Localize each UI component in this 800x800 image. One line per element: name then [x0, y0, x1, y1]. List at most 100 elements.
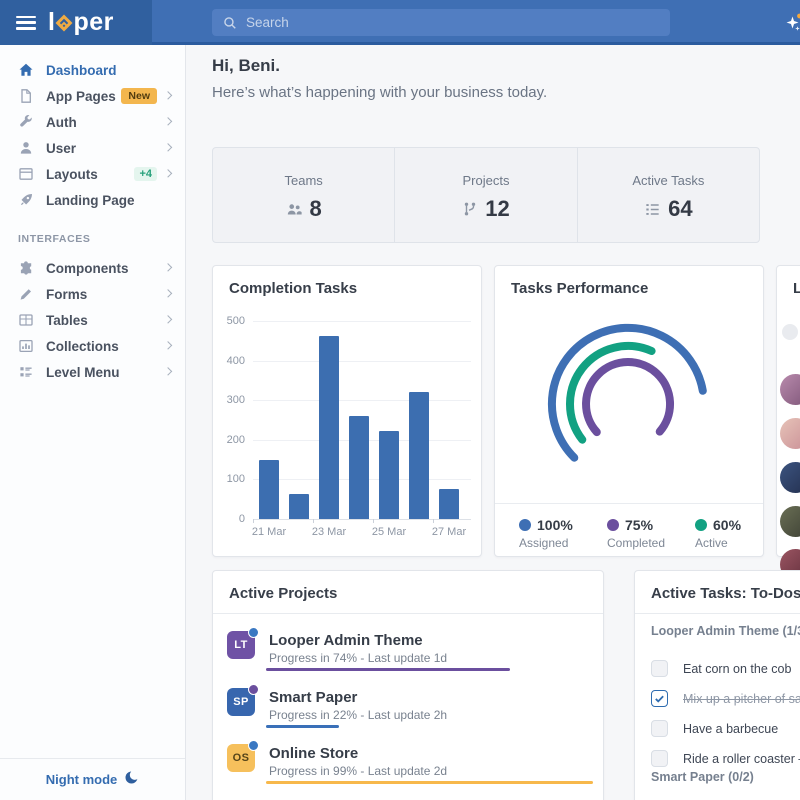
todo-label[interactable]: Eat corn on the cob	[683, 662, 791, 676]
tasks-performance-card: Tasks Performance 100% Assigned 75% Comp…	[494, 265, 764, 557]
gauge-legend: 100% Assigned 75% Completed 60% Active	[495, 503, 763, 557]
sidebar-item-label: Tables	[46, 313, 88, 328]
sidebar-item-label: Landing Page	[46, 193, 135, 208]
chevron-right-icon	[164, 263, 172, 271]
todo-checkbox[interactable]	[651, 660, 668, 677]
project-badge-icon	[248, 740, 259, 751]
bar	[379, 431, 399, 519]
table-icon	[18, 312, 34, 328]
sidebar-item-label: Level Menu	[46, 365, 120, 380]
rocket-icon	[18, 192, 34, 208]
page-greeting: Hi, Beni.	[212, 56, 280, 76]
sidebar-item-layouts[interactable]: Layouts+4	[0, 161, 185, 187]
chevron-right-icon	[164, 315, 172, 323]
file-icon	[18, 88, 34, 104]
sidebar-item-app-pages[interactable]: App PagesNew	[0, 83, 185, 109]
y-axis-tick: 400	[215, 355, 245, 367]
chevron-right-icon	[164, 289, 172, 297]
bar	[319, 336, 339, 519]
sidebar-item-label: Collections	[46, 339, 119, 354]
sidebar-item-user[interactable]: User	[0, 135, 185, 161]
legend-label: Assigned	[519, 536, 573, 550]
sidebar-section-label: INTERFACES	[18, 233, 185, 245]
todo-group-label: Smart Paper (0/2)	[651, 770, 754, 784]
brand-area: l per	[0, 0, 152, 45]
sidebar-item-dashboard[interactable]: Dashboard	[0, 57, 185, 83]
todo-checkbox[interactable]	[651, 690, 668, 707]
avatar[interactable]	[780, 506, 800, 537]
stat-teams: Teams 8	[213, 148, 395, 242]
project-badge-icon	[248, 684, 259, 695]
bar-chart-icon	[18, 338, 34, 354]
hamburger-icon[interactable]	[16, 16, 36, 30]
sidebar-item-label: Forms	[46, 287, 87, 302]
wrench-icon	[18, 114, 34, 130]
pencil-icon	[18, 286, 34, 302]
avatar[interactable]	[780, 374, 800, 405]
stat-active-tasks: Active Tasks 64	[578, 148, 759, 242]
sidebar-item-landing-page[interactable]: Landing Page	[0, 187, 185, 213]
sidebar-main-nav: Dashboard App PagesNewAuthUserLayouts+4 La…	[0, 45, 185, 213]
search-box[interactable]	[212, 9, 670, 36]
sidebar-badge: +4	[134, 167, 157, 181]
stat-label: Teams	[213, 173, 394, 188]
search-input[interactable]	[246, 15, 626, 30]
legend-item-assigned: 100% Assigned	[519, 517, 573, 550]
stat-label: Projects	[395, 173, 576, 188]
project-tile-os: OS	[227, 744, 255, 772]
legend-dot	[607, 519, 619, 531]
sidebar-item-collections[interactable]: Collections	[0, 333, 185, 359]
team-icon	[286, 201, 303, 218]
project-progress-bar	[266, 725, 339, 728]
moon-icon	[124, 770, 139, 790]
leaderboard-action-button[interactable]	[782, 324, 798, 340]
chevron-right-icon	[164, 169, 172, 177]
tasks-performance-gauge	[495, 266, 763, 501]
sidebar: Dashboard App PagesNewAuthUserLayouts+4 La…	[0, 45, 186, 800]
project-name: Smart Paper	[269, 689, 357, 706]
todo-checkbox[interactable]	[651, 750, 668, 767]
x-axis-tick: 27 Mar	[424, 526, 474, 538]
night-mode-toggle[interactable]: Night mode	[0, 758, 185, 800]
chevron-right-icon	[164, 91, 172, 99]
todo-label[interactable]: Have a barbecue	[683, 722, 778, 736]
bar	[259, 460, 279, 519]
todo-label[interactable]: Ride a roller coaster — o	[683, 752, 800, 766]
legend-percent: 75%	[625, 517, 653, 533]
active-projects-card: Active Projects LT Looper Admin Theme Pr…	[212, 570, 604, 800]
sidebar-item-forms[interactable]: Forms	[0, 281, 185, 307]
stat-projects: Projects 12	[395, 148, 577, 242]
active-projects-title: Active Projects	[229, 585, 337, 602]
legend-label: Active	[695, 536, 741, 550]
project-progress-bar	[266, 781, 593, 784]
sidebar-item-tables[interactable]: Tables	[0, 307, 185, 333]
project-tile-sp: SP	[227, 688, 255, 716]
stat-value: 12	[485, 196, 509, 222]
project-name: Looper Admin Theme	[269, 632, 423, 649]
looper-diamond-icon	[56, 14, 73, 31]
home-icon	[18, 62, 34, 78]
sidebar-item-label: Dashboard	[46, 63, 117, 78]
app-logo[interactable]: l per	[48, 8, 114, 37]
legend-item-completed: 75% Completed	[607, 517, 665, 550]
avatar[interactable]	[780, 462, 800, 493]
x-axis-tick: 23 Mar	[304, 526, 354, 538]
stats-summary: Teams 8Projects 12Active Tasks 64	[212, 147, 760, 243]
sparkle-icon[interactable]	[782, 11, 800, 35]
legend-dot	[519, 519, 531, 531]
x-axis-tick: 25 Mar	[364, 526, 414, 538]
todo-checkbox[interactable]	[651, 720, 668, 737]
sidebar-item-level-menu[interactable]: Level Menu	[0, 359, 185, 385]
todo-label[interactable]: Mix up a pitcher of sangr	[683, 692, 800, 706]
chevron-right-icon	[164, 143, 172, 151]
sidebar-item-auth[interactable]: Auth	[0, 109, 185, 135]
night-mode-label: Night mode	[46, 772, 118, 787]
chevron-right-icon	[164, 117, 172, 125]
app-window: l per Dashboard App PagesNewAuthUserLayou…	[0, 0, 800, 800]
task-list-icon	[644, 201, 661, 218]
sidebar-item-components[interactable]: Components	[0, 255, 185, 281]
x-axis-tick: 21 Mar	[244, 526, 294, 538]
completion-tasks-card: Completion Tasks 500400300200100021 Mar2…	[212, 265, 482, 557]
avatar[interactable]	[780, 418, 800, 449]
legend-percent: 60%	[713, 517, 741, 533]
